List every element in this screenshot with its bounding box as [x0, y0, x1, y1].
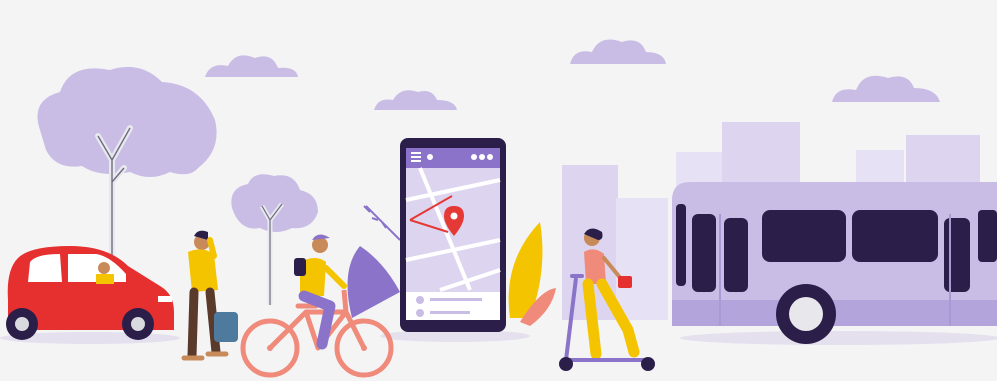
smartphone-map-icon	[400, 138, 506, 332]
scooter-wheel	[559, 357, 573, 371]
bus-icon	[672, 182, 997, 344]
more-dots-icon	[471, 154, 477, 160]
urban-mobility-illustration	[0, 0, 997, 381]
ground-shadow	[680, 331, 997, 345]
scooter-wheel	[641, 357, 655, 371]
